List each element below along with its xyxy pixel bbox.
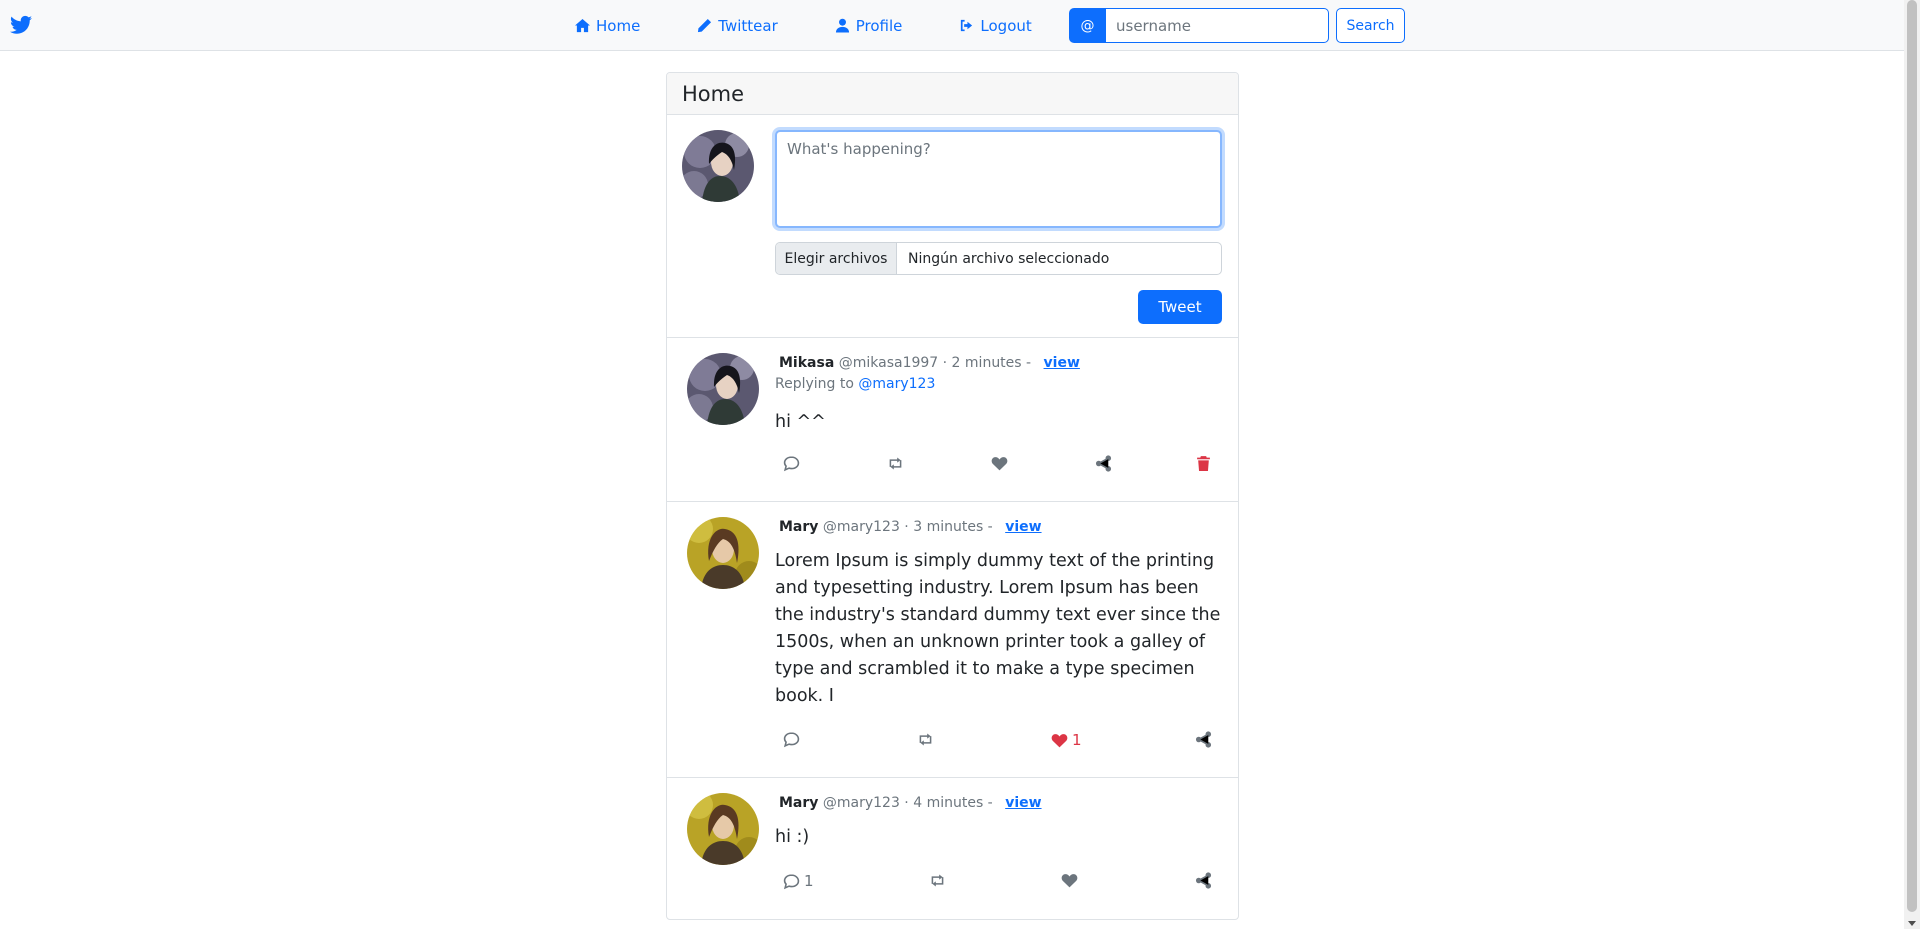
scrollbar-thumb[interactable] — [1907, 0, 1917, 912]
like-count: 1 — [1072, 731, 1082, 749]
nav-profile-label: Profile — [855, 16, 903, 35]
nav-twittear-label: Twittear — [718, 16, 778, 35]
card-title: Home — [667, 73, 1238, 115]
nav-twittear[interactable]: Twittear — [697, 16, 778, 35]
view-link[interactable]: view — [1005, 795, 1041, 811]
file-status: Ningún archivo seleccionado — [908, 250, 1110, 267]
author-name: Mary — [779, 519, 819, 535]
tweet-actions: 1 — [775, 731, 1235, 755]
tweet-textarea[interactable] — [775, 130, 1222, 228]
nav-home[interactable]: Home — [575, 17, 640, 35]
user-search: @ Search — [1069, 8, 1405, 43]
comment-button[interactable] — [783, 731, 800, 748]
twitter-bird-icon[interactable] — [10, 15, 32, 35]
nav-profile[interactable]: Profile — [835, 16, 903, 35]
share-icon — [1195, 731, 1212, 748]
logout-icon — [961, 19, 973, 32]
delete-button[interactable] — [1195, 455, 1212, 472]
home-icon — [575, 18, 590, 33]
retweet-icon — [931, 874, 944, 887]
avatar — [687, 793, 759, 865]
pencil-icon — [698, 18, 712, 33]
retweet-icon — [919, 733, 932, 746]
scroll-down-arrow-icon[interactable] — [1908, 921, 1916, 926]
username-search-input[interactable] — [1106, 8, 1329, 43]
tweet-text: Lorem Ipsum is simply dummy text of the … — [775, 551, 1221, 706]
like-button[interactable] — [1061, 872, 1078, 889]
comment-button[interactable]: 1 — [783, 872, 814, 890]
share-button[interactable] — [1095, 455, 1112, 472]
share-button[interactable] — [1195, 872, 1212, 889]
trash-icon — [1197, 456, 1210, 471]
share-button[interactable] — [1195, 731, 1212, 748]
avatar — [682, 130, 754, 202]
tweet-text: hi ^^ — [775, 412, 826, 432]
tweet-header: Mikasa @mikasa1997 · 2 minutes - view — [779, 355, 1080, 371]
comment-button[interactable] — [783, 455, 800, 472]
heart-icon — [991, 457, 1008, 471]
search-button[interactable]: Search — [1336, 8, 1405, 43]
author-name: Mikasa — [779, 355, 835, 371]
top-navbar: Home Twittear Profile Logout @ Search — [0, 0, 1904, 51]
retweet-button[interactable] — [929, 872, 946, 889]
nav-logout[interactable]: Logout — [959, 16, 1032, 35]
tweet-meta: @mary123 · 4 minutes - — [822, 795, 993, 811]
tweet-meta: @mary123 · 3 minutes - — [822, 519, 993, 535]
tweet-meta: @mikasa1997 · 2 minutes - — [838, 355, 1032, 371]
tweet-actions — [775, 455, 1235, 479]
tweet-item: Mary @mary123 · 3 minutes - view Lorem I… — [667, 502, 1238, 778]
view-link[interactable]: view — [1005, 519, 1041, 535]
view-link[interactable]: view — [1044, 355, 1080, 371]
user-icon — [835, 18, 849, 33]
replying-to-label: Replying to — [775, 376, 854, 392]
tweet-submit-button[interactable]: Tweet — [1138, 290, 1222, 324]
retweet-button[interactable] — [917, 731, 934, 748]
at-prefix: @ — [1069, 8, 1106, 43]
tweet-item: Mary @mary123 · 4 minutes - view hi :) 1 — [667, 778, 1238, 919]
author-name: Mary — [779, 795, 819, 811]
replying-to: Replying to @mary123 — [775, 376, 935, 392]
retweet-button[interactable] — [887, 455, 904, 472]
tweet-header: Mary @mary123 · 3 minutes - view — [779, 519, 1042, 535]
comment-count: 1 — [804, 872, 814, 890]
mention-link[interactable]: @mary123 — [858, 376, 935, 392]
share-icon — [1195, 872, 1212, 889]
avatar — [687, 353, 759, 425]
comment-icon — [783, 873, 800, 889]
heart-filled-icon — [1051, 733, 1068, 747]
like-button[interactable] — [991, 455, 1008, 472]
home-feed-card: Home Elegir archivos Ningún archivo sele… — [666, 72, 1239, 920]
tweet-text: hi :) — [775, 827, 810, 847]
nav-home-label: Home — [596, 16, 641, 35]
tweet-item: Mikasa @mikasa1997 · 2 minutes - view Re… — [667, 338, 1238, 502]
share-icon — [1095, 455, 1112, 472]
tweet-header: Mary @mary123 · 4 minutes - view — [779, 795, 1042, 811]
compose-tweet: Elegir archivos Ningún archivo seleccion… — [667, 115, 1238, 338]
file-picker[interactable]: Elegir archivos Ningún archivo seleccion… — [775, 242, 1222, 275]
heart-icon — [1061, 874, 1078, 888]
comment-icon — [783, 456, 800, 472]
comment-icon — [783, 732, 800, 748]
like-button[interactable]: 1 — [1051, 731, 1082, 749]
nav-logout-label: Logout — [980, 16, 1032, 35]
choose-files-button[interactable]: Elegir archivos — [776, 243, 897, 274]
retweet-icon — [889, 457, 902, 470]
page-scrollbar[interactable] — [1904, 0, 1920, 929]
avatar — [687, 517, 759, 589]
tweet-actions: 1 — [775, 872, 1235, 896]
